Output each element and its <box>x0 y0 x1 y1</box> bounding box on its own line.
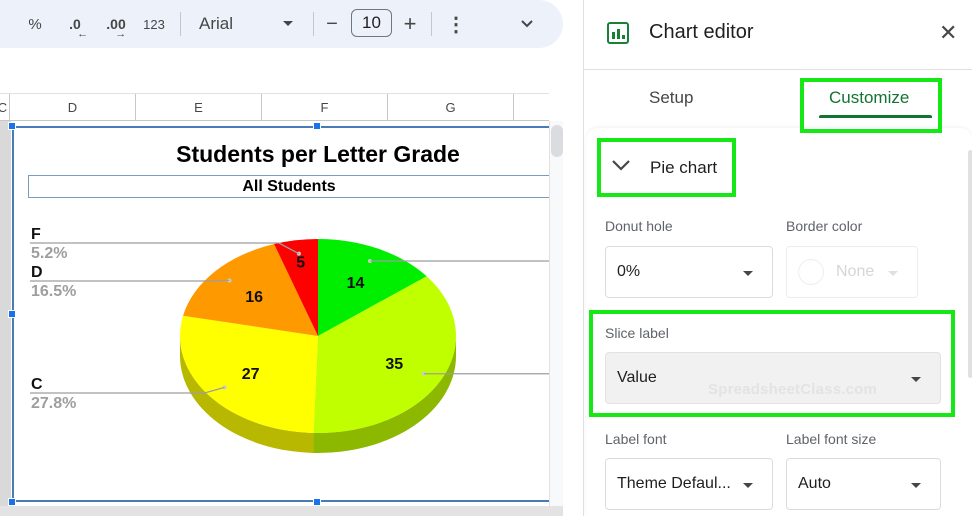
chart-editor-title: Chart editor <box>649 21 754 43</box>
chart-icon <box>607 22 629 44</box>
donut-hole-value: 0% <box>617 263 641 280</box>
label-font-value: Theme Defaul... <box>617 475 731 492</box>
highlight-pie-chart-section <box>597 138 736 197</box>
donut-hole-select[interactable]: 0% <box>605 246 773 298</box>
highlight-customize-tab <box>800 78 942 133</box>
dropdown-caret-icon <box>911 483 921 488</box>
legend-label-f: F <box>31 226 41 243</box>
dropdown-caret-icon <box>743 271 753 276</box>
donut-hole-label: Donut hole <box>605 218 673 234</box>
legend-label-c: C <box>31 376 43 393</box>
label-font-size-select[interactable]: Auto <box>786 458 941 510</box>
dropdown-caret-icon <box>743 483 753 488</box>
app-root: % .0 ← .00 → 123 Arial − 10 + ⋮ C D E F … <box>0 0 972 516</box>
pie-chart: 14 35 27 16 5 C 27.8% D 16.5% F 5.2% <box>30 226 549 453</box>
label-font-label: Label font <box>605 431 667 447</box>
border-color-value: None <box>836 263 875 280</box>
editor-scrollbar[interactable] <box>968 150 972 378</box>
slice-value-label: 27 <box>242 366 260 383</box>
legend-label-d: D <box>31 264 43 281</box>
dropdown-caret-icon <box>888 271 898 276</box>
legend-percent-d: 16.5% <box>31 283 76 300</box>
chart-editor-header: Chart editor ✕ <box>584 0 972 70</box>
slice-value-label: 5 <box>296 254 305 271</box>
label-font-size-value: Auto <box>798 475 831 492</box>
label-font-select[interactable]: Theme Defaul... <box>605 458 773 510</box>
slice-value-label: 14 <box>347 275 365 292</box>
legend-percent-f: 5.2% <box>31 245 67 262</box>
color-swatch <box>798 259 824 285</box>
border-color-label: Border color <box>786 218 863 234</box>
border-color-select[interactable]: None <box>786 246 918 298</box>
slice-value-label: 16 <box>245 289 263 306</box>
slice-value-label: 35 <box>385 356 403 373</box>
close-icon[interactable]: ✕ <box>939 20 957 46</box>
label-font-size-label: Label font size <box>786 431 877 447</box>
legend-percent-c: 27.8% <box>31 395 76 412</box>
leader-line-d <box>30 279 230 282</box>
highlight-slice-label <box>589 310 955 417</box>
tab-setup[interactable]: Setup <box>649 88 693 108</box>
